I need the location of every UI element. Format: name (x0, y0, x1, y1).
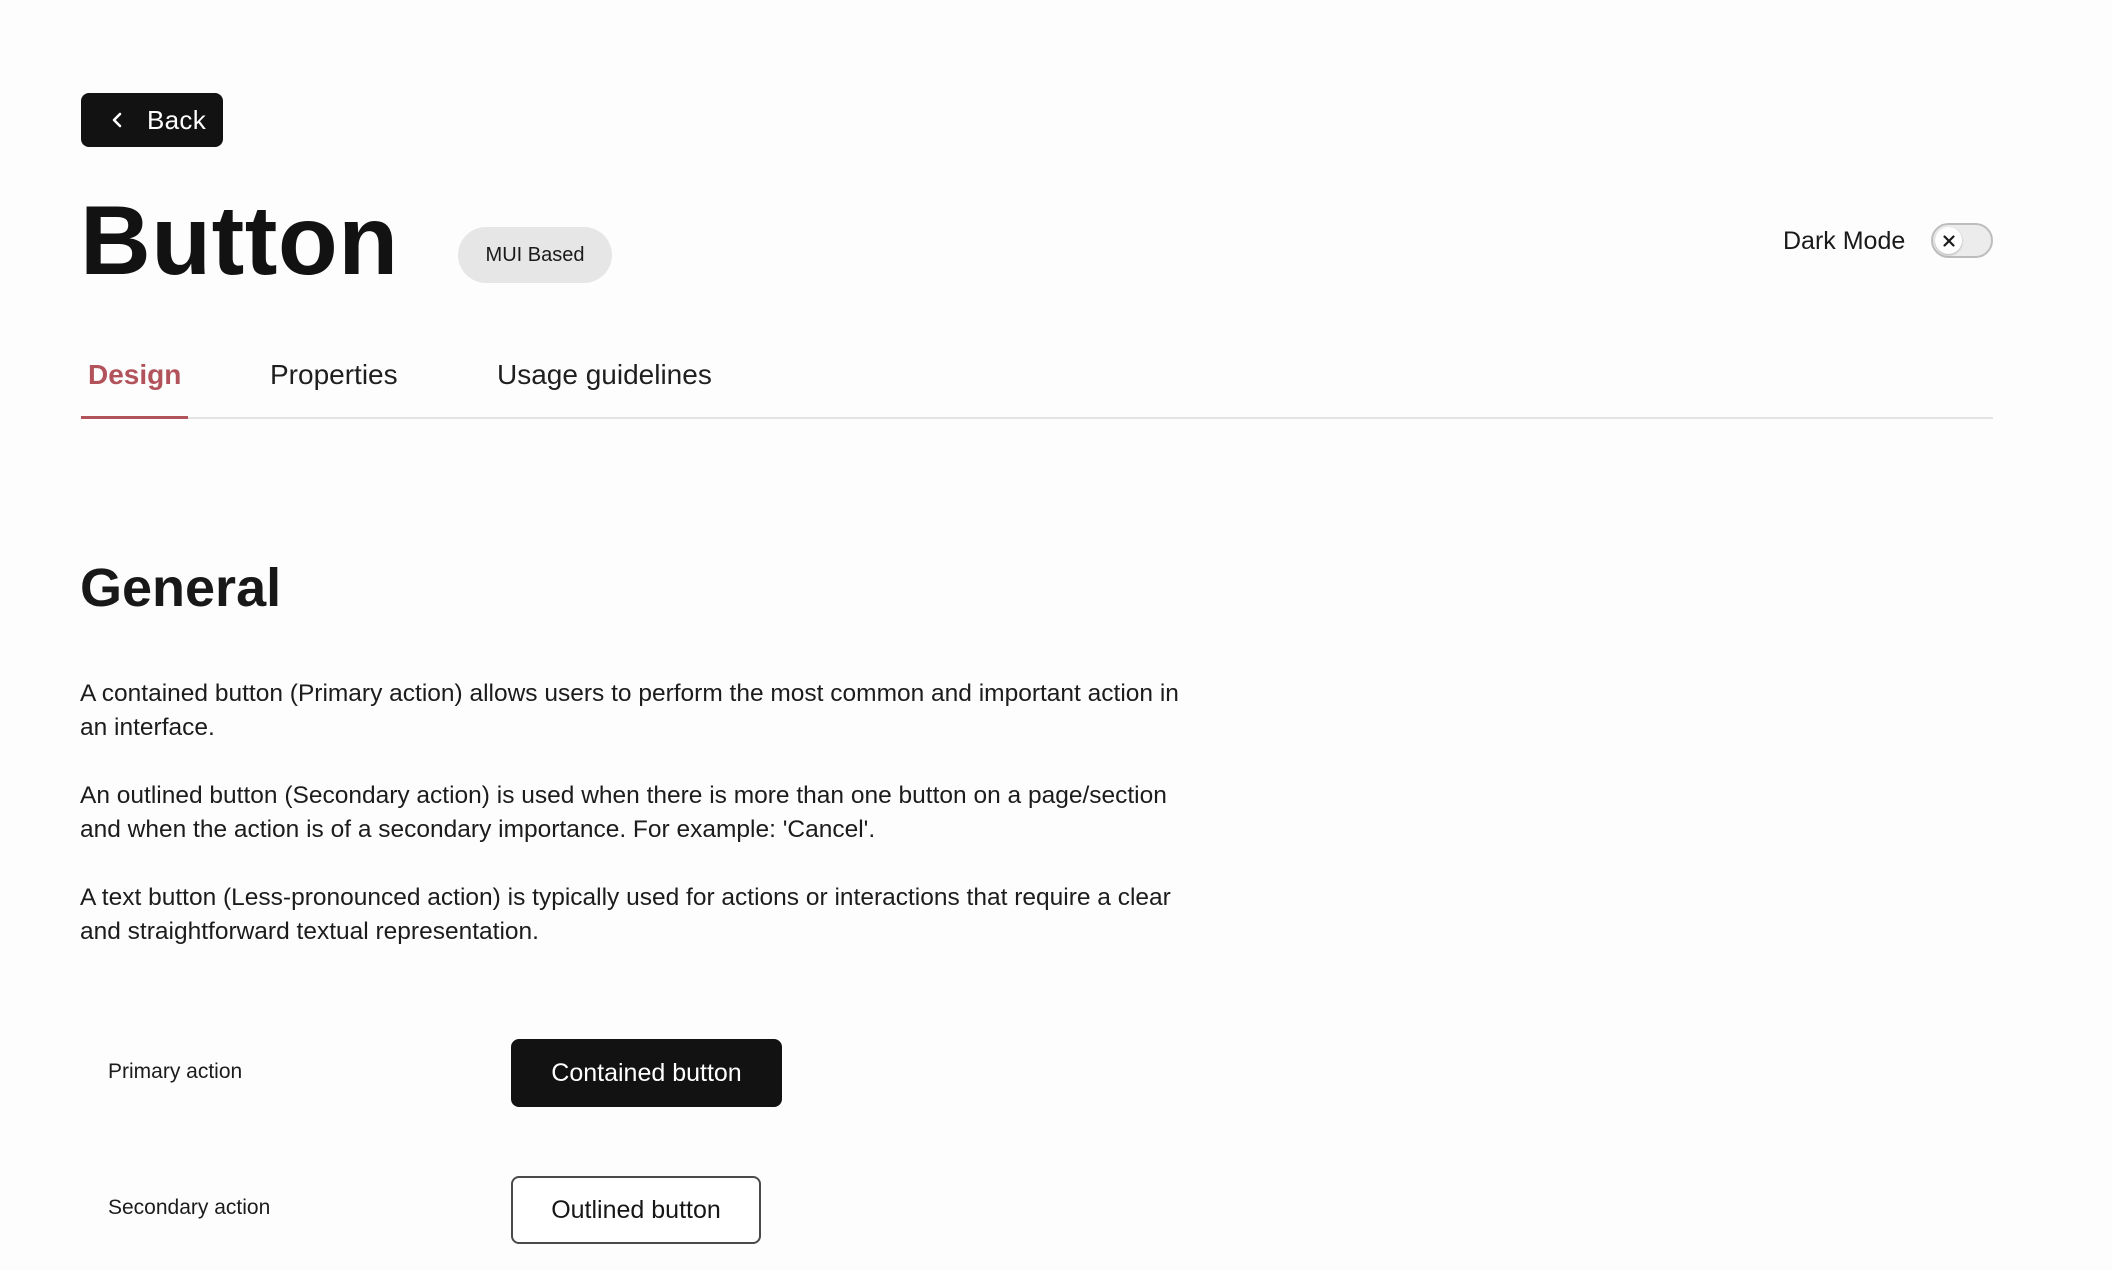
tab-bar: Design Properties Usage guidelines (80, 355, 1993, 419)
outlined-button[interactable]: Outlined button (511, 1176, 761, 1244)
mui-badge: MUI Based (458, 227, 612, 283)
description-paragraph: A text button (Less-pronounced action) i… (80, 884, 1171, 945)
dark-mode-label: Dark Mode (1783, 227, 1906, 255)
dark-mode-toggle[interactable] (1931, 223, 1993, 258)
page-title: Button (80, 185, 399, 295)
close-icon (1942, 234, 1955, 247)
primary-action-label: Primary action (108, 1060, 243, 1083)
page: Back Button MUI Based Dark Mode Design P… (0, 0, 2112, 1270)
back-button-label: Back (147, 105, 207, 135)
section-title: General (80, 558, 282, 618)
secondary-action-label: Secondary action (108, 1196, 271, 1219)
description-paragraph: An outlined button (Secondary action) is… (80, 782, 1167, 843)
tab-usage-guidelines[interactable]: Usage guidelines (497, 355, 712, 417)
toggle-knob (1935, 227, 1962, 254)
tab-design[interactable]: Design (80, 355, 189, 419)
chevron-left-icon (107, 109, 129, 131)
contained-button[interactable]: Contained button (511, 1039, 782, 1107)
description-paragraph: A contained button (Primary action) allo… (80, 680, 1179, 741)
back-button[interactable]: Back (81, 93, 223, 147)
tab-properties[interactable]: Properties (270, 355, 398, 417)
